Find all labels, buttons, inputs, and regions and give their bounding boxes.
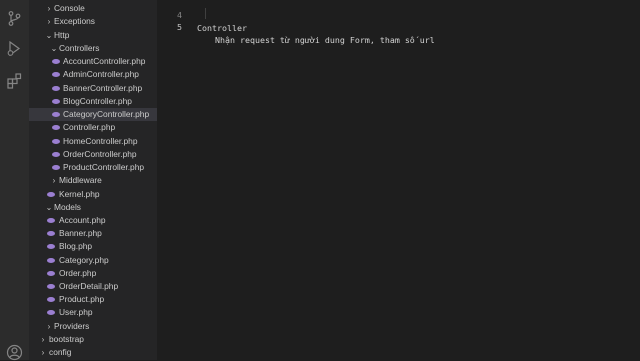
run-debug-icon[interactable] (6, 40, 23, 57)
folder-label: Exceptions (54, 16, 95, 26)
explorer-item-models[interactable]: ⌄ Models (29, 201, 157, 214)
php-file-icon (47, 244, 55, 249)
file-label: HomeController.php (63, 136, 138, 146)
file-label: OrderController.php (63, 149, 137, 159)
php-file-icon (52, 125, 60, 130)
explorer-item-orderdetail[interactable]: OrderDetail.php (29, 280, 157, 293)
php-file-icon (52, 59, 60, 64)
explorer-item-bootstrap[interactable]: › bootstrap (29, 333, 157, 346)
folder-label: Middleware (59, 175, 102, 185)
file-label: User.php (59, 307, 93, 317)
folder-label: Http (54, 30, 70, 40)
php-file-icon (47, 218, 55, 223)
file-label: Kernel.php (59, 189, 100, 199)
explorer-item-admincontroller[interactable]: AdminController.php (29, 68, 157, 81)
explorer-item-product[interactable]: Product.php (29, 293, 157, 306)
php-file-icon (47, 271, 55, 276)
php-file-icon (52, 152, 60, 157)
explorer-item-category[interactable]: Category.php (29, 254, 157, 267)
code-line[interactable]: 5 Nhận request từ người dung Form, tham … (157, 8, 640, 45)
explorer-item-homecontroller[interactable]: HomeController.php (29, 135, 157, 148)
indent-guide (205, 8, 206, 19)
php-file-icon (52, 72, 60, 77)
activity-bar (0, 0, 29, 361)
code-editor[interactable]: 4 Controller 5 Nhận request từ người dun… (157, 0, 640, 360)
explorer-item-exceptions[interactable]: › Exceptions (29, 15, 157, 28)
explorer-item-console[interactable]: › Console (29, 2, 157, 15)
explorer-item-controller[interactable]: Controller.php (29, 121, 157, 134)
file-label: OrderDetail.php (59, 281, 119, 291)
php-file-icon (52, 165, 60, 170)
chevron-down-icon: ⌄ (45, 203, 53, 212)
php-file-icon (47, 284, 55, 289)
explorer-item-categorycontroller[interactable]: CategoryController.php (29, 108, 157, 121)
source-control-icon[interactable] (6, 10, 23, 27)
explorer-item-controllers[interactable]: ⌄ Controllers (29, 42, 157, 55)
folder-label: Controllers (59, 43, 100, 53)
php-file-icon (47, 231, 55, 236)
explorer-item-providers[interactable]: › Providers (29, 320, 157, 333)
explorer-item-ordercontroller[interactable]: OrderController.php (29, 148, 157, 161)
file-label: Category.php (59, 255, 109, 265)
explorer-item-bannercontroller[interactable]: BannerController.php (29, 82, 157, 95)
php-file-icon (47, 297, 55, 302)
file-label: CategoryController.php (63, 109, 150, 119)
explorer-item-blog[interactable]: Blog.php (29, 240, 157, 253)
file-label: AccountController.php (63, 56, 146, 66)
php-file-icon (52, 112, 60, 117)
folder-label: bootstrap (49, 334, 84, 344)
file-label: Order.php (59, 268, 97, 278)
explorer-item-config[interactable]: › config (29, 346, 157, 359)
explorer-item-accountcontroller[interactable]: AccountController.php (29, 55, 157, 68)
folder-label: Providers (54, 321, 90, 331)
file-label: Blog.php (59, 241, 93, 251)
file-label: AdminController.php (63, 69, 139, 79)
php-file-icon (52, 86, 60, 91)
file-label: Account.php (59, 215, 106, 225)
explorer-sidebar: › Console › Exceptions ⌄ Http ⌄ Controll… (29, 0, 157, 360)
explorer-item-account[interactable]: Account.php (29, 214, 157, 227)
chevron-right-icon: › (41, 335, 45, 344)
account-icon[interactable] (6, 344, 23, 361)
file-label: Controller.php (63, 122, 116, 132)
file-label: BannerController.php (63, 83, 143, 93)
explorer-item-http[interactable]: ⌄ Http (29, 29, 157, 42)
folder-label: config (49, 347, 72, 357)
chevron-right-icon: › (41, 348, 45, 357)
chevron-down-icon: ⌄ (45, 31, 53, 40)
chevron-right-icon: › (52, 176, 56, 185)
folder-label: Models (54, 202, 81, 212)
folder-label: Console (54, 3, 85, 13)
php-file-icon (52, 99, 60, 104)
php-file-icon (52, 139, 60, 144)
php-file-icon (47, 192, 55, 197)
line-text: Nhận request từ người dung Form, tham số… (215, 35, 435, 45)
explorer-item-user[interactable]: User.php (29, 306, 157, 319)
chevron-right-icon: › (47, 17, 51, 26)
php-file-icon (47, 310, 55, 315)
chevron-down-icon: ⌄ (50, 44, 58, 53)
chevron-right-icon: › (47, 322, 51, 331)
line-number: 5 (177, 22, 182, 32)
chevron-right-icon: › (47, 4, 51, 13)
explorer-item-productcontroller[interactable]: ProductController.php (29, 161, 157, 174)
explorer-item-order[interactable]: Order.php (29, 267, 157, 280)
explorer-item-banner[interactable]: Banner.php (29, 227, 157, 240)
file-label: Product.php (59, 294, 105, 304)
explorer-item-kernel[interactable]: Kernel.php (29, 188, 157, 201)
file-label: BlogController.php (63, 96, 132, 106)
file-label: ProductController.php (63, 162, 145, 172)
explorer-item-middleware[interactable]: › Middleware (29, 174, 157, 187)
extensions-icon[interactable] (6, 72, 23, 89)
php-file-icon (47, 258, 55, 263)
explorer-item-blogcontroller[interactable]: BlogController.php (29, 95, 157, 108)
file-label: Banner.php (59, 228, 102, 238)
